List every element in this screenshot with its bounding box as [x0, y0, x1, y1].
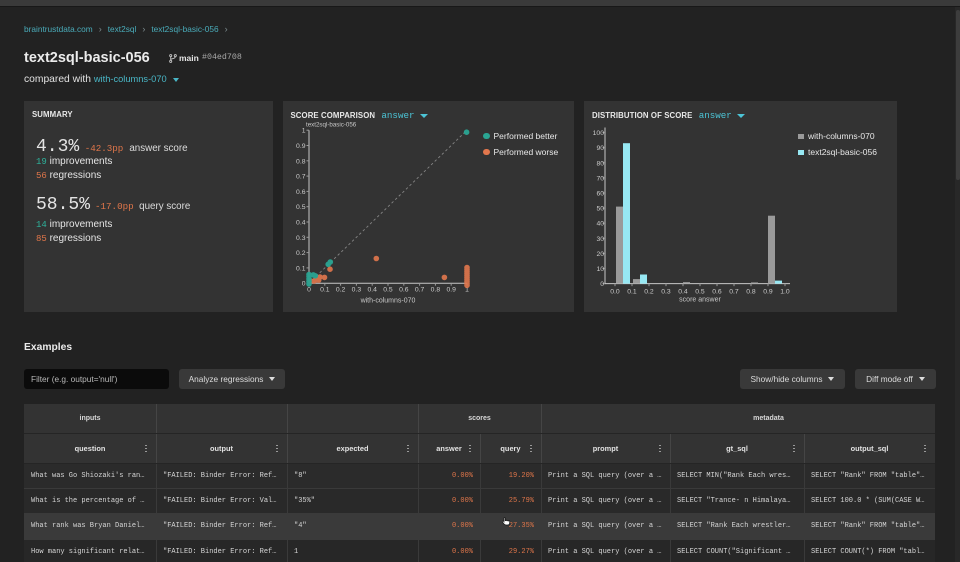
- svg-text:0.3: 0.3: [661, 289, 671, 296]
- svg-text:0: 0: [307, 287, 311, 294]
- svg-text:0.4: 0.4: [296, 220, 306, 227]
- svg-text:0: 0: [600, 281, 604, 288]
- svg-text:0.8: 0.8: [746, 289, 756, 296]
- svg-text:70: 70: [596, 175, 604, 182]
- svg-text:0.5: 0.5: [383, 287, 393, 294]
- svg-text:50: 50: [596, 206, 604, 213]
- svg-text:100: 100: [593, 130, 605, 137]
- svg-text:60: 60: [596, 191, 604, 198]
- svg-text:0.1: 0.1: [296, 265, 306, 272]
- svg-text:0.2: 0.2: [335, 287, 345, 294]
- svg-text:0.7: 0.7: [729, 289, 739, 296]
- svg-text:0.2: 0.2: [644, 289, 654, 296]
- svg-text:1: 1: [301, 128, 305, 135]
- svg-text:0.1: 0.1: [627, 289, 637, 296]
- svg-text:20: 20: [596, 251, 604, 258]
- svg-text:0.7: 0.7: [414, 287, 424, 294]
- svg-text:0.5: 0.5: [695, 289, 705, 296]
- svg-text:0.7: 0.7: [296, 174, 306, 181]
- svg-text:score answer: score answer: [679, 297, 721, 304]
- svg-text:0.9: 0.9: [446, 287, 456, 294]
- svg-text:0.4: 0.4: [367, 287, 377, 294]
- svg-text:0.1: 0.1: [320, 287, 330, 294]
- svg-text:80: 80: [596, 160, 604, 167]
- svg-text:1.0: 1.0: [780, 289, 790, 296]
- svg-text:0.3: 0.3: [351, 287, 361, 294]
- svg-text:0.5: 0.5: [296, 204, 306, 211]
- svg-text:0.9: 0.9: [763, 289, 773, 296]
- svg-text:0.2: 0.2: [296, 250, 306, 257]
- svg-text:40: 40: [596, 221, 604, 228]
- svg-text:30: 30: [596, 236, 604, 243]
- svg-text:0.8: 0.8: [296, 158, 306, 165]
- svg-text:0.3: 0.3: [296, 235, 306, 242]
- svg-text:text2sql-basic-056: text2sql-basic-056: [306, 122, 357, 129]
- svg-text:90: 90: [596, 145, 604, 152]
- svg-text:0.6: 0.6: [399, 287, 409, 294]
- svg-text:0.6: 0.6: [296, 189, 306, 196]
- svg-text:0.9: 0.9: [296, 143, 306, 150]
- svg-text:10: 10: [596, 266, 604, 273]
- svg-text:0.8: 0.8: [430, 287, 440, 294]
- svg-text:0.0: 0.0: [610, 289, 620, 296]
- svg-text:0: 0: [301, 281, 305, 288]
- svg-text:0.6: 0.6: [712, 289, 722, 296]
- svg-text:0.4: 0.4: [678, 289, 688, 296]
- svg-text:with-columns-070: with-columns-070: [359, 297, 415, 304]
